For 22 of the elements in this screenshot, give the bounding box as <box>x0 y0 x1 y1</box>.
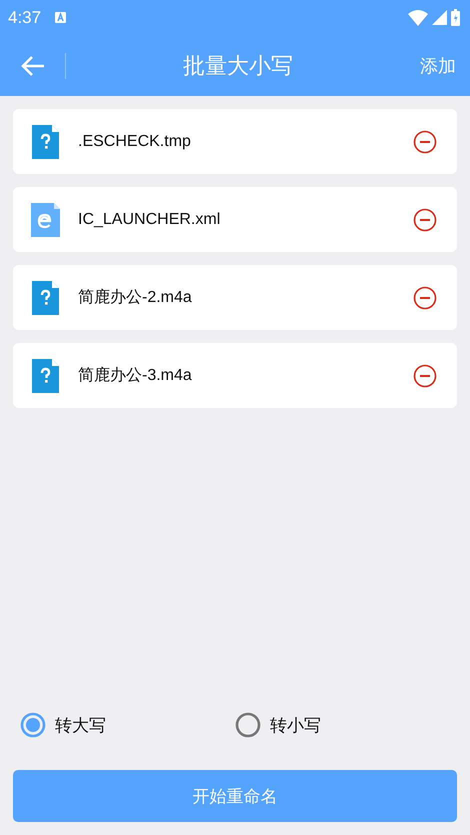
unknown-file-icon <box>31 358 60 392</box>
file-name: 简鹿办公-3.m4a <box>78 366 193 386</box>
unknown-file-icon <box>31 280 60 314</box>
radio-option[interactable]: 转大写 <box>20 712 235 738</box>
web-file-icon <box>31 202 60 236</box>
battery-icon <box>451 9 460 26</box>
file-name: .ESCHECK.tmp <box>78 132 192 150</box>
radio-option[interactable]: 转小写 <box>235 712 450 738</box>
notification-icon <box>55 12 66 23</box>
remove-icon[interactable] <box>413 208 437 232</box>
file-name: 简鹿办公-2.m4a <box>78 288 193 308</box>
status-time: 4:37 <box>8 8 42 28</box>
unknown-file-icon <box>31 124 60 158</box>
file-name: IC_LAUNCHER.xml <box>78 210 222 228</box>
page-title: 批量大小写 <box>182 52 294 80</box>
remove-icon[interactable] <box>413 364 437 388</box>
signal-icon <box>432 10 447 25</box>
radio-icon[interactable] <box>235 712 261 738</box>
radio-icon[interactable] <box>20 712 46 738</box>
remove-icon[interactable] <box>413 286 437 310</box>
wifi-icon <box>408 10 428 26</box>
remove-icon[interactable] <box>413 130 437 154</box>
